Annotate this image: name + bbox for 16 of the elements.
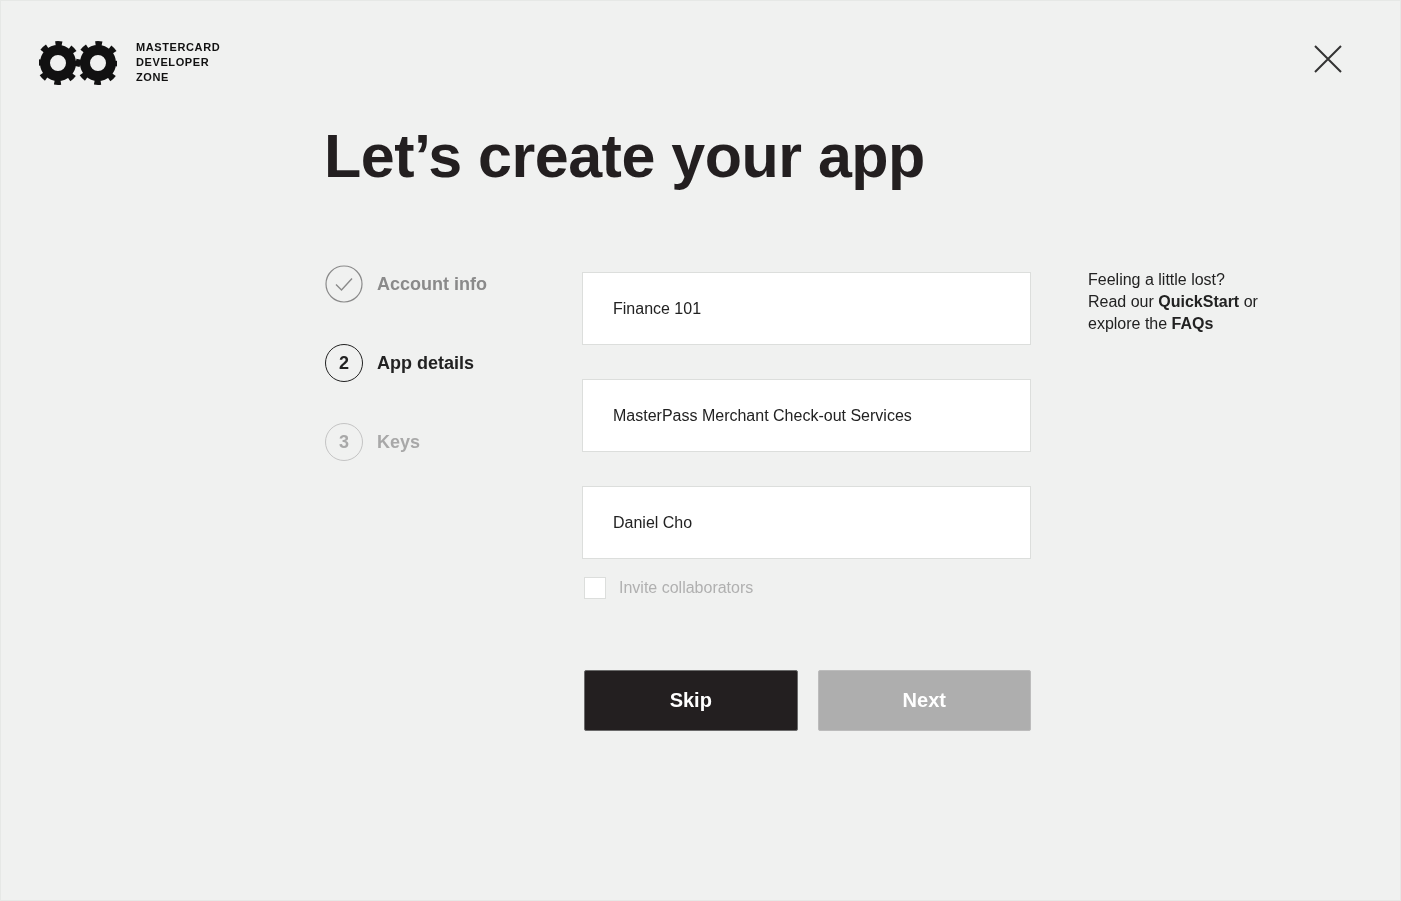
help-text: Read our QuickStart or explore the FAQs: [1088, 292, 1259, 334]
text-field[interactable]: Finance 101: [582, 272, 1031, 345]
help-link[interactable]: QuickStart: [1158, 293, 1240, 310]
checkbox-label: Invite collaborators: [619, 579, 754, 597]
help-link[interactable]: FAQs: [1171, 315, 1214, 332]
brand-wordmark: MASTERCARD DEVELOPER ZONE: [136, 40, 221, 85]
help-question: Feeling a little lost?: [1088, 270, 1226, 290]
page-title: Let’s create your app: [324, 121, 925, 191]
gears-logo-icon: [39, 40, 117, 85]
action-button[interactable]: Skip: [584, 670, 798, 731]
text-field[interactable]: MasterPass Merchant Check-out Services: [582, 379, 1031, 452]
close-icon[interactable]: [1314, 45, 1342, 73]
step-label: Keys: [377, 431, 421, 453]
step-label: Account info: [377, 273, 487, 295]
step-label: App details: [377, 352, 474, 374]
text-field[interactable]: Daniel Cho: [582, 486, 1031, 559]
